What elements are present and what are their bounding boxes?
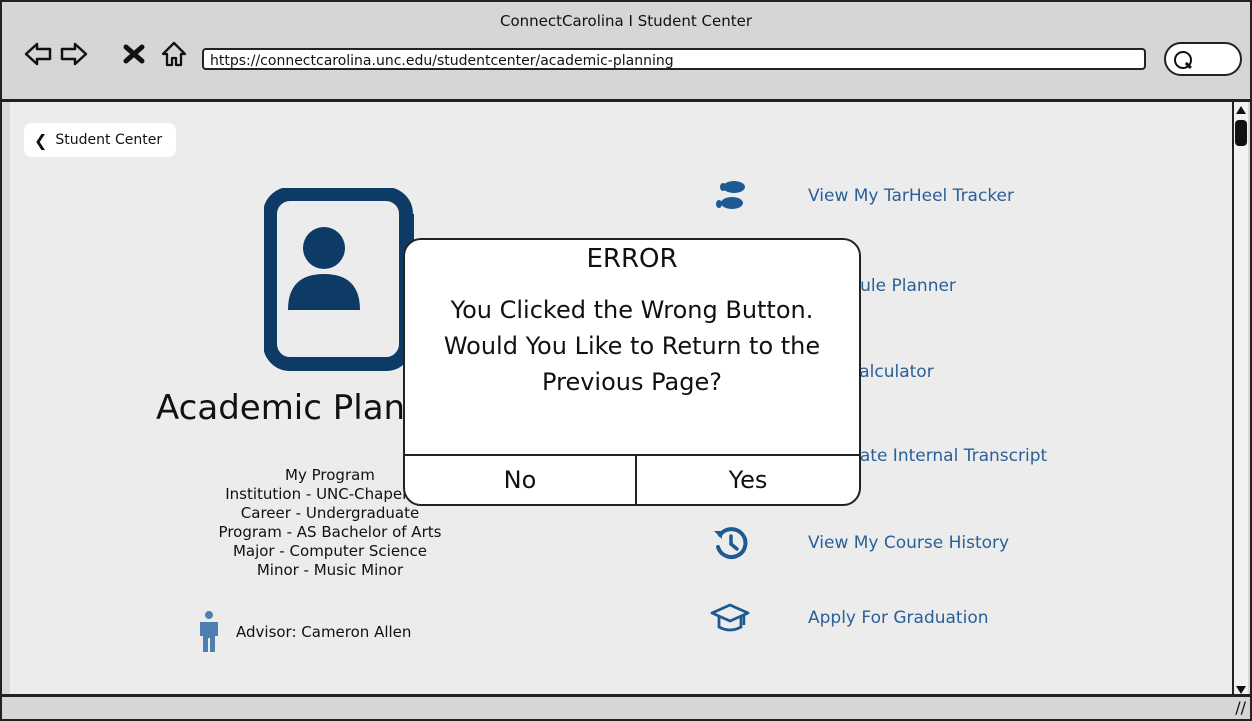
back-arrow-icon[interactable]: [22, 38, 54, 70]
link-course-history[interactable]: View My Course History: [706, 523, 1009, 563]
link-label: View My Course History: [808, 533, 1010, 553]
back-button-label: Student Center: [55, 132, 163, 148]
history-icon: [706, 523, 754, 563]
window-title: ConnectCarolina I Student Center: [500, 12, 752, 30]
program-career: Career - Undergraduate: [240, 504, 420, 522]
dialog-message-line: You Clicked the Wrong Button.: [450, 296, 814, 324]
dialog-message-line: Previous Page?: [542, 368, 722, 396]
program-major: Major - Computer Science: [232, 542, 428, 560]
chevron-left-icon: ❮: [34, 130, 48, 150]
url-bar[interactable]: https://connectcarolina.unc.edu/studentc…: [202, 48, 1146, 70]
browser-titlebar: ConnectCarolina I Student Center https:/…: [2, 2, 1250, 102]
stop-icon[interactable]: [118, 38, 150, 70]
dialog-footer: No Yes: [405, 454, 859, 504]
error-dialog: ERROR You Clicked the Wrong Button. Woul…: [403, 238, 861, 506]
no-button[interactable]: No: [405, 456, 637, 504]
dialog-title: ERROR: [586, 244, 678, 274]
advisor-name: Advisor: Cameron Allen: [236, 623, 412, 641]
profile-card-icon: [264, 188, 414, 371]
vertical-scrollbar[interactable]: [1232, 102, 1248, 698]
link-apply-graduation[interactable]: Apply For Graduation: [706, 598, 989, 638]
person-icon: [200, 611, 218, 652]
browser-window: ConnectCarolina I Student Center https:/…: [0, 0, 1252, 721]
yes-button[interactable]: Yes: [637, 456, 859, 504]
resize-grip-icon[interactable]: //: [1235, 698, 1246, 717]
link-label: View My TarHeel Tracker: [808, 186, 1015, 206]
search-icon: [1174, 51, 1192, 69]
link-label: Apply For Graduation: [808, 608, 989, 628]
status-bar: //: [2, 694, 1250, 719]
forward-arrow-icon[interactable]: [58, 38, 90, 70]
program-program: Program - AS Bachelor of Arts: [218, 523, 442, 541]
scroll-up-icon[interactable]: [1235, 104, 1247, 116]
advisor[interactable]: Advisor: Cameron Allen: [196, 610, 411, 654]
page-content: ❮ Student Center Academic Planning My Pr…: [10, 102, 1238, 698]
search-button[interactable]: [1164, 42, 1242, 76]
dialog-message: You Clicked the Wrong Button. Would You …: [411, 292, 853, 400]
dialog-message-line: Would You Like to Return to the: [443, 332, 821, 360]
home-icon[interactable]: [158, 38, 190, 70]
scroll-thumb[interactable]: [1235, 120, 1247, 146]
graduation-cap-icon: [706, 598, 754, 638]
program-minor: Minor - Music Minor: [256, 561, 404, 579]
link-tarheel-tracker[interactable]: View My TarHeel Tracker: [706, 176, 1014, 216]
footprints-icon: [706, 176, 754, 216]
back-to-student-center-button[interactable]: ❮ Student Center: [24, 123, 177, 157]
